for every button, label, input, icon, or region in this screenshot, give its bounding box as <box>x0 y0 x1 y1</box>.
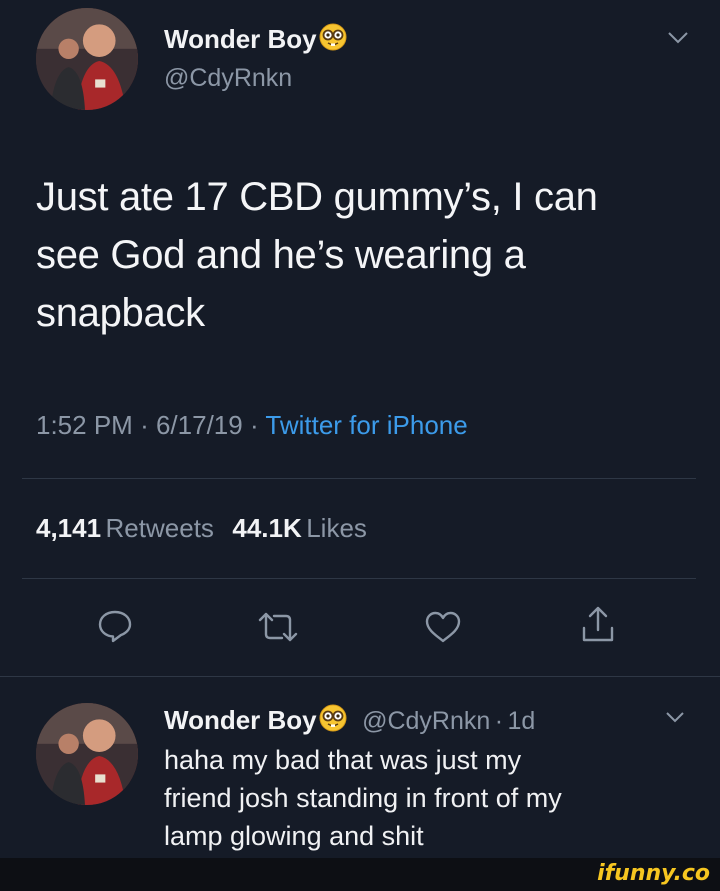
chevron-down-icon[interactable] <box>664 710 686 724</box>
author-handle[interactable]: @CdyRnkn <box>164 64 292 93</box>
share-icon[interactable] <box>580 604 616 644</box>
reply-text-line: friend josh standing in front of my <box>164 783 562 813</box>
tweet-source-link[interactable]: Twitter for iPhone <box>265 410 467 440</box>
tweet-date[interactable]: 6/17/19 <box>156 410 243 440</box>
nerd-face-emoji-icon <box>318 22 348 59</box>
like-icon[interactable] <box>423 610 463 644</box>
chevron-down-icon[interactable] <box>666 30 690 46</box>
reply-text: haha my bad that was just my friend josh… <box>164 741 704 855</box>
tweet-text-line: see God and he’s wearing a <box>36 233 526 277</box>
ifunny-watermark: ifunny.co <box>597 861 710 886</box>
reply-header: Wonder Boy @CdyRnkn · 1d <box>164 703 535 738</box>
meta-separator: · <box>494 707 504 735</box>
reply-text-line: lamp glowing and shit <box>164 821 424 851</box>
reply-age[interactable]: 1d <box>508 707 536 735</box>
reply-author-name[interactable]: Wonder Boy <box>164 705 317 735</box>
likes-label[interactable]: Likes <box>306 513 367 543</box>
tweet-text: Just ate 17 CBD gummy’s, I can see God a… <box>36 168 706 342</box>
reply-author-handle[interactable]: @CdyRnkn <box>362 707 490 735</box>
author-name-row[interactable]: Wonder Boy <box>164 22 348 59</box>
avatar-photo <box>36 703 138 805</box>
reply-icon[interactable] <box>96 608 134 644</box>
meta-separator: · <box>140 410 149 440</box>
author-avatar[interactable] <box>36 8 138 110</box>
tweet-meta: 1:52 PM · 6/17/19 · Twitter for iPhone <box>36 410 468 441</box>
retweets-label[interactable]: Retweets <box>106 513 214 543</box>
tweet-text-line: snapback <box>36 291 205 335</box>
reply-author-avatar[interactable] <box>36 703 138 805</box>
reply-text-line: haha my bad that was just my <box>164 745 522 775</box>
retweets-count[interactable]: 4,141 <box>36 513 101 543</box>
tweet-stats: 4,141 Retweets 44.1K Likes <box>36 513 367 544</box>
likes-count[interactable]: 44.1K <box>232 513 301 543</box>
divider <box>22 478 696 479</box>
retweet-icon[interactable] <box>256 610 300 644</box>
divider <box>22 578 696 579</box>
divider <box>0 676 720 677</box>
tweet-time: 1:52 PM <box>36 410 133 440</box>
tweet-text-line: Just ate 17 CBD gummy’s, I can <box>36 175 598 219</box>
author-name[interactable]: Wonder Boy <box>164 24 317 54</box>
avatar-photo <box>36 8 138 110</box>
meta-separator: · <box>249 410 259 440</box>
nerd-face-emoji-icon <box>318 703 348 738</box>
